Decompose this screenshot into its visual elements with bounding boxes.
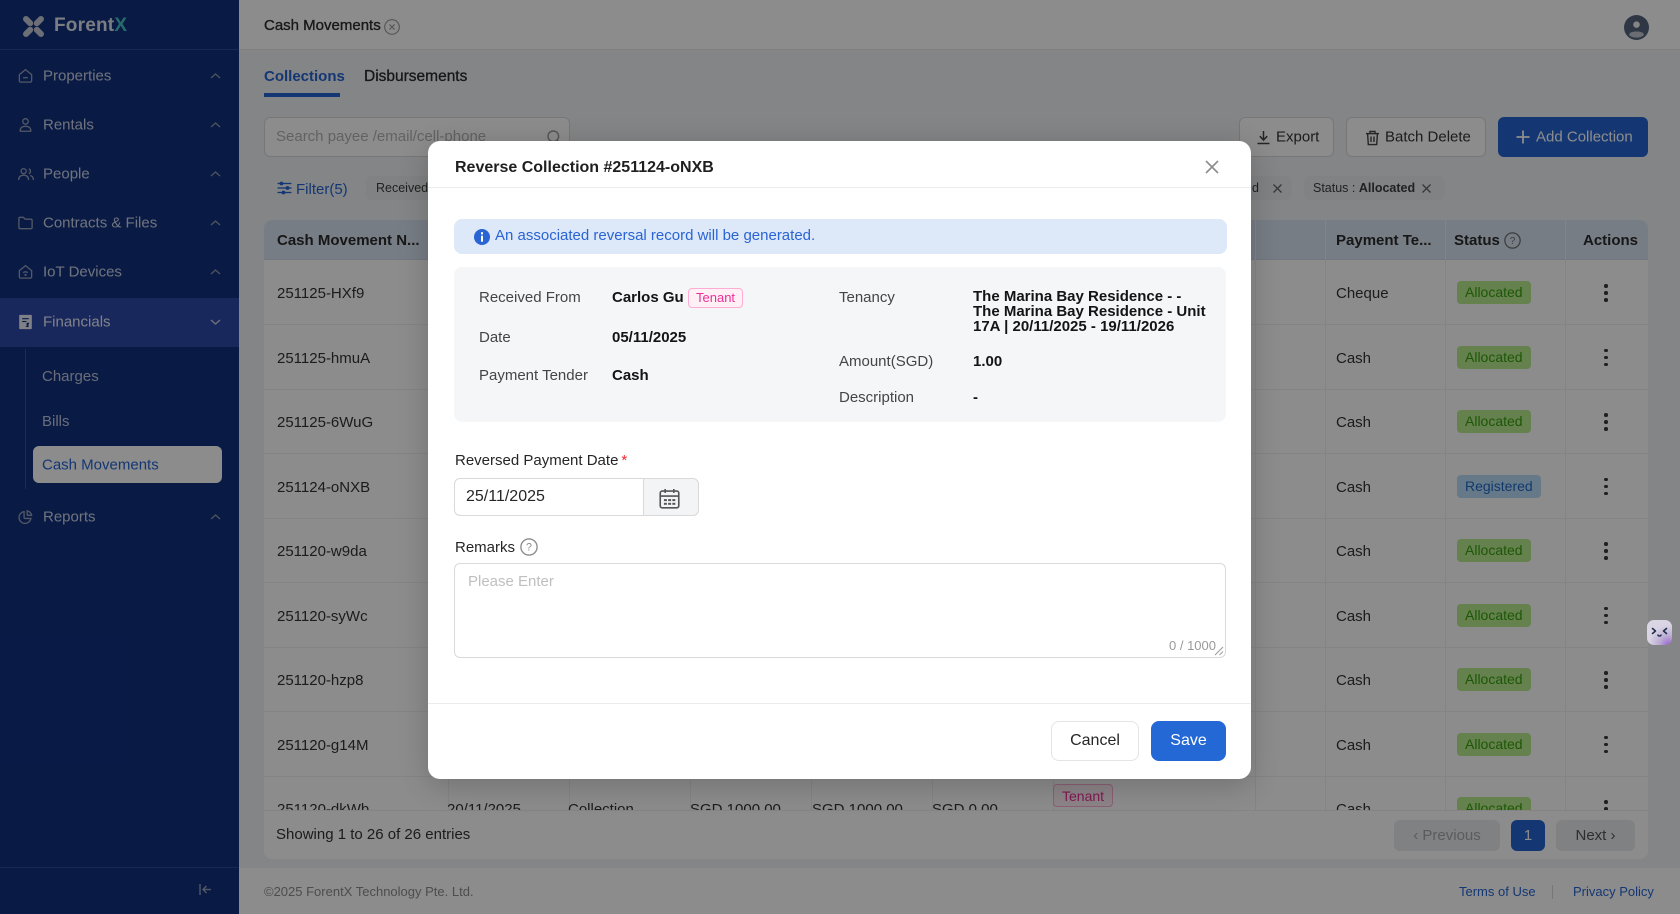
svg-text:?: ? bbox=[526, 542, 532, 554]
